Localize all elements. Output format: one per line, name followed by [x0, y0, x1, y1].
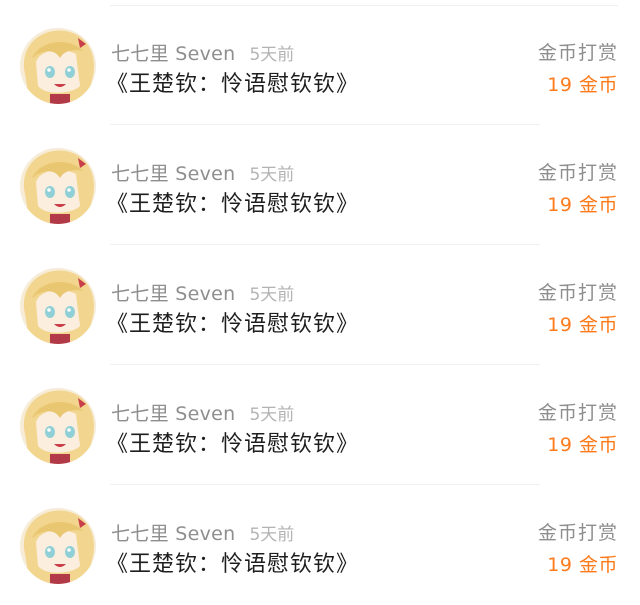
list-item[interactable]: 七七里 Seven 5天前 《王楚钦：怜语慰钦钦》 金币打赏 19 金币: [0, 5, 640, 125]
anime-girl-avatar-icon: [20, 388, 96, 464]
reward-type: 金币打赏: [537, 162, 618, 184]
list-item[interactable]: 七七里 Seven 5天前 《王楚钦：怜语慰钦钦》 金币打赏 19 金币: [0, 125, 640, 245]
avatar[interactable]: [20, 28, 96, 104]
record-meta: 七七里 Seven 5天前: [111, 279, 295, 305]
timestamp: 5天前: [249, 165, 295, 185]
reward-type: 金币打赏: [537, 282, 618, 304]
username[interactable]: 七七里 Seven: [111, 403, 235, 425]
book-title[interactable]: 《王楚钦：怜语慰钦钦》: [106, 66, 359, 98]
record-meta: 七七里 Seven 5天前: [111, 519, 295, 545]
book-title[interactable]: 《王楚钦：怜语慰钦钦》: [106, 546, 359, 578]
reward-list: 七七里 Seven 5天前 《王楚钦：怜语慰钦钦》 金币打赏 19 金币 七七里 …: [0, 5, 640, 605]
anime-girl-avatar-icon: [20, 28, 96, 104]
reward-type: 金币打赏: [537, 402, 618, 424]
username[interactable]: 七七里 Seven: [111, 43, 235, 65]
username[interactable]: 七七里 Seven: [111, 163, 235, 185]
record-meta: 七七里 Seven 5天前: [111, 399, 295, 425]
timestamp: 5天前: [249, 285, 295, 305]
timestamp: 5天前: [249, 525, 295, 545]
list-item[interactable]: 七七里 Seven 5天前 《王楚钦：怜语慰钦钦》 金币打赏 19 金币: [0, 245, 640, 365]
anime-girl-avatar-icon: [20, 508, 96, 584]
reward-type: 金币打赏: [537, 42, 618, 64]
reward-amount: 19 金币: [547, 314, 618, 336]
reward-amount: 19 金币: [547, 434, 618, 456]
book-title[interactable]: 《王楚钦：怜语慰钦钦》: [106, 426, 359, 458]
username[interactable]: 七七里 Seven: [111, 523, 235, 545]
record-meta: 七七里 Seven 5天前: [111, 39, 295, 65]
avatar[interactable]: [20, 388, 96, 464]
list-item[interactable]: 七七里 Seven 5天前 《王楚钦：怜语慰钦钦》 金币打赏 19 金币: [0, 485, 640, 605]
anime-girl-avatar-icon: [20, 148, 96, 224]
timestamp: 5天前: [249, 405, 295, 425]
reward-amount: 19 金币: [547, 194, 618, 216]
record-meta: 七七里 Seven 5天前: [111, 159, 295, 185]
username[interactable]: 七七里 Seven: [111, 283, 235, 305]
book-title[interactable]: 《王楚钦：怜语慰钦钦》: [106, 186, 359, 218]
avatar[interactable]: [20, 268, 96, 344]
avatar[interactable]: [20, 148, 96, 224]
reward-amount: 19 金币: [547, 74, 618, 96]
timestamp: 5天前: [249, 45, 295, 65]
anime-girl-avatar-icon: [20, 268, 96, 344]
book-title[interactable]: 《王楚钦：怜语慰钦钦》: [106, 306, 359, 338]
reward-type: 金币打赏: [537, 522, 618, 544]
avatar[interactable]: [20, 508, 96, 584]
reward-amount: 19 金币: [547, 554, 618, 576]
list-item[interactable]: 七七里 Seven 5天前 《王楚钦：怜语慰钦钦》 金币打赏 19 金币: [0, 365, 640, 485]
